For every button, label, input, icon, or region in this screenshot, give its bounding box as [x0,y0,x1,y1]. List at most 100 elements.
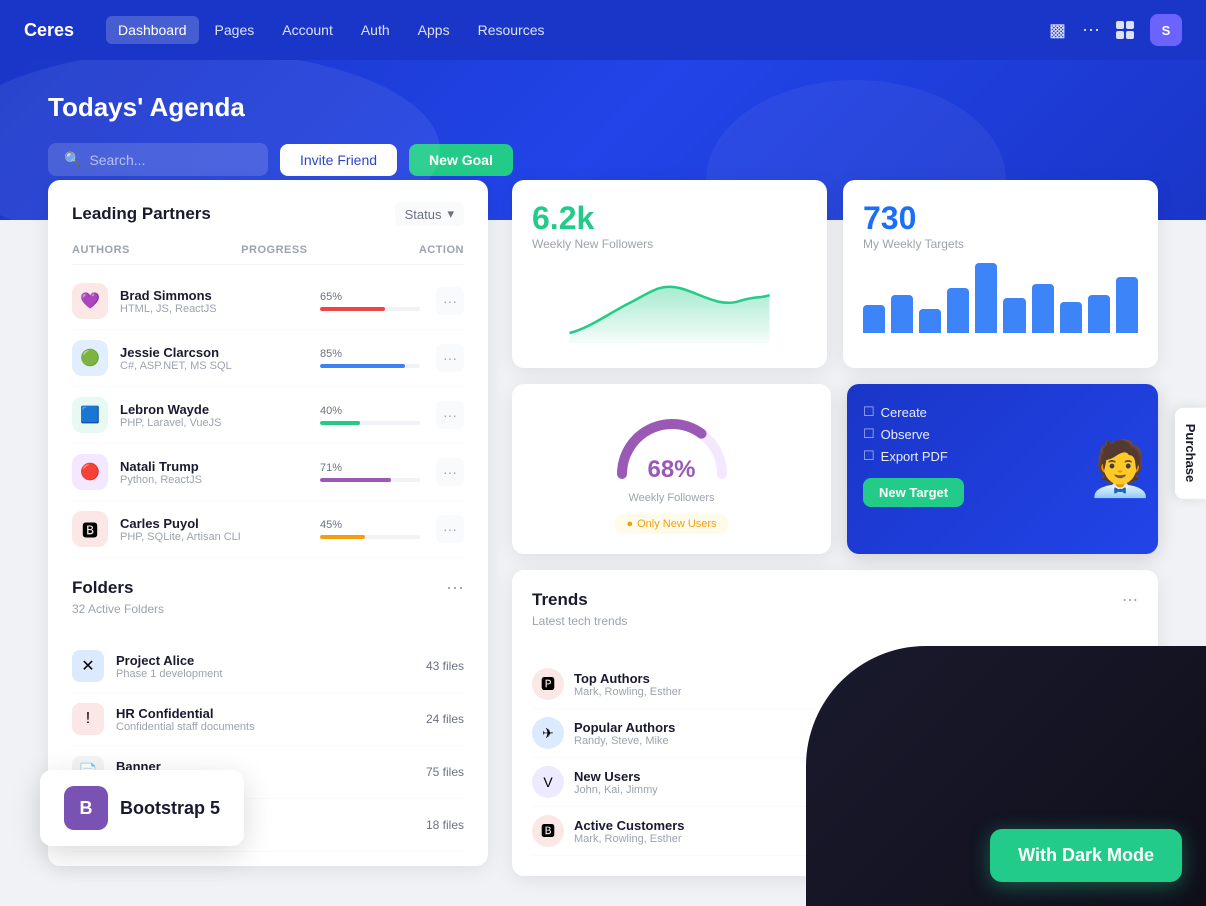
invite-friend-button[interactable]: Invite Friend [280,144,397,176]
purchase-tab[interactable]: Purchase [1175,408,1206,499]
folder-icon: ! [72,703,104,735]
table-row: 🅱 Carles Puyol PHP, SQLite, Artisan CLI … [72,501,464,558]
circle-icon: ● [626,518,633,530]
list-item: ✕ Project Alice Phase 1 development 43 f… [72,640,464,693]
page-title: Todays' Agenda [48,92,1158,123]
followers-chart [532,263,807,343]
nav-auth[interactable]: Auth [349,16,402,44]
table-row: 🟢 Jessie Clarcson C#, ASP.NET, MS SQL 85… [72,330,464,387]
gauge-label: Weekly Followers [629,492,715,504]
progress-header: PROGRESS [241,244,307,256]
partner-skills: C#, ASP.NET, MS SQL [120,360,304,372]
action-figure: 🧑‍💼 [1087,384,1154,554]
partner-name: Natali Trump [120,459,304,474]
chart-icon[interactable]: ▩ [1049,20,1066,41]
status-dropdown[interactable]: Status ▾ [395,202,464,226]
trend-icon: ✈ [532,717,564,749]
bar [1116,277,1138,333]
partner-skills: HTML, JS, ReactJS [120,303,304,315]
search-icon: 🔍 [64,151,81,168]
bar [947,288,969,334]
list-item: ! HR Confidential Confidential staff doc… [72,693,464,746]
bootstrap-icon: B [64,786,108,830]
gauge-badge: ● Only New Users [614,514,728,534]
bar [1060,302,1082,334]
table-row: 🟦 Lebron Wayde PHP, Laravel, VueJS 40% ·… [72,387,464,444]
dark-mode-button[interactable]: With Dark Mode [990,829,1182,882]
search-input[interactable] [89,152,249,168]
partner-name: Jessie Clarcson [120,345,304,360]
partner-action-button[interactable]: ··· [436,401,464,429]
partner-skills: Python, ReactJS [120,474,304,486]
nav-dashboard[interactable]: Dashboard [106,16,199,44]
gauge-wrapper: 68% [612,404,732,484]
brand: Ceres [24,20,74,41]
partner-avatar: 🟢 [72,340,108,376]
gauge-percent: 68% [647,456,695,484]
new-goal-button[interactable]: New Goal [409,144,513,176]
followers-label: Weekly New Followers [532,237,807,251]
search-box[interactable]: 🔍 [48,143,268,176]
trends-subtitle: Latest tech trends [532,614,627,628]
targets-value: 730 [863,200,1138,237]
status-label: Status [405,207,442,222]
trends-more-icon[interactable]: ⋯ [1122,590,1138,648]
bar [1003,298,1025,333]
partner-action-button[interactable]: ··· [436,344,464,372]
bottom-row: 68% Weekly Followers ● Only New Users Ce… [512,384,1158,554]
bar [1032,284,1054,333]
chevron-down-icon: ▾ [447,206,454,222]
folders-more-icon[interactable]: ⋯ [446,578,464,599]
table-row: 🔴 Natali Trump Python, ReactJS 71% ··· [72,444,464,501]
followers-card: 6.2k Weekly New Followers [512,180,827,368]
bar [919,309,941,334]
bootstrap-badge: B Bootstrap 5 [40,770,244,846]
partner-name: Lebron Wayde [120,402,304,417]
trend-icon: 🅿 [532,668,564,700]
gauge-badge-text: Only New Users [637,518,716,530]
leading-partners-title: Leading Partners [72,204,211,224]
dots-icon[interactable]: ⋯ [1082,20,1100,41]
partner-avatar: 🔴 [72,454,108,490]
avatar[interactable]: S [1150,14,1182,46]
trend-icon: 🅱 [532,815,564,847]
partner-skills: PHP, Laravel, VueJS [120,417,304,429]
targets-label: My Weekly Targets [863,237,1138,251]
gauge-card: 68% Weekly Followers ● Only New Users [512,384,831,554]
partner-action-button[interactable]: ··· [436,287,464,315]
partner-avatar: 🅱 [72,511,108,547]
nav-resources[interactable]: Resources [466,16,557,44]
action-header: ACTION [419,244,464,256]
nav-items: Dashboard Pages Account Auth Apps Resour… [106,16,556,44]
nav-pages[interactable]: Pages [203,16,267,44]
bar [1088,295,1110,334]
authors-header: AUTHORS [72,244,130,256]
nav-apps[interactable]: Apps [406,16,462,44]
partner-avatar: 🟦 [72,397,108,433]
partner-avatar: 💜 [72,283,108,319]
table-row: 💜 Brad Simmons HTML, JS, ReactJS 65% ··· [72,273,464,330]
partner-name: Brad Simmons [120,288,304,303]
partner-name: Carles Puyol [120,516,304,531]
bootstrap-label: Bootstrap 5 [120,798,220,819]
navbar: Ceres Dashboard Pages Account Auth Apps … [0,0,1206,60]
partner-skills: PHP, SQLite, Artisan CLI [120,531,304,543]
trend-icon: V [532,766,564,798]
navbar-right: ▩ ⋯ S [1049,14,1182,46]
bar [891,295,913,334]
targets-bar-chart [863,263,1138,333]
stats-row: 6.2k Weekly New Followers 730 [512,180,1158,368]
bar [975,263,997,333]
folder-icon: ✕ [72,650,104,682]
targets-card: 730 My Weekly Targets [843,180,1158,368]
nav-account[interactable]: Account [270,16,345,44]
new-target-button[interactable]: New Target [863,478,964,507]
action-card: Cereate Observe Export PDF New Target 🧑‍… [847,384,1158,554]
followers-value: 6.2k [532,200,807,237]
trends-title: Trends [532,590,627,610]
grid-icon[interactable] [1116,21,1134,39]
left-panel: Leading Partners Status ▾ AUTHORS PROGRE… [48,180,488,866]
partner-action-button[interactable]: ··· [436,458,464,486]
partner-action-button[interactable]: ··· [436,515,464,543]
bar [863,305,885,333]
